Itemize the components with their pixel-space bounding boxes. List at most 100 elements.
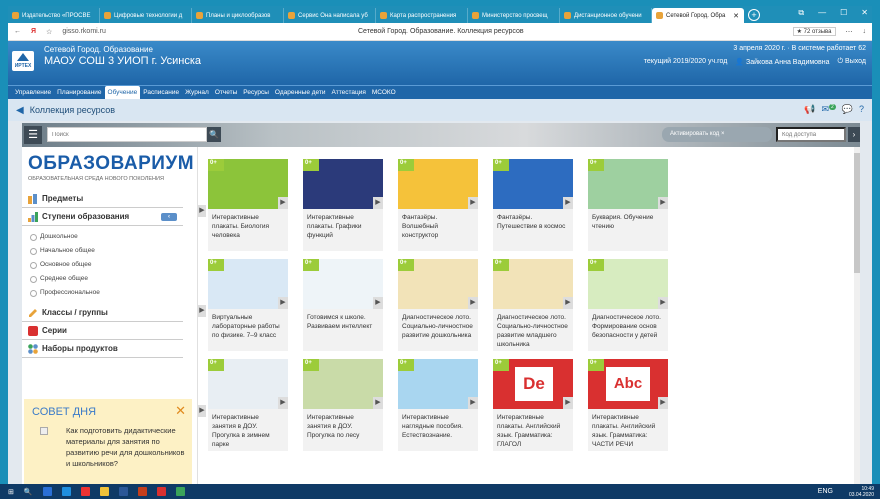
product-card[interactable]: 0+ ▶ Готовимся к школе. Развиваем интеллек… [303, 259, 383, 351]
card-thumbnail[interactable]: 0+ ▶ [588, 259, 668, 309]
bookmark-star-icon[interactable]: ☆ [46, 28, 52, 36]
product-card[interactable]: 0+ ▶ Интерактивные занятия в ДОУ. Прогулка… [303, 359, 383, 451]
card-title[interactable]: Интерактивные плакаты. Английский язык. … [588, 409, 668, 451]
card-thumbnail[interactable]: 0+ ▶ [398, 159, 478, 209]
help-icon[interactable]: ? [859, 104, 864, 115]
card-thumbnail[interactable]: 0+ ▶ [398, 359, 478, 409]
card-thumbnail[interactable]: 0+ Abc ▶ [588, 359, 668, 409]
card-thumbnail[interactable]: 0+ ▶ [398, 259, 478, 309]
tip-link[interactable]: Как подготовить дидактические материалы … [24, 425, 192, 469]
minimize-icon[interactable]: — [818, 8, 826, 18]
level-option[interactable]: Среднее общее [22, 272, 197, 286]
level-option[interactable]: Начальное общее [22, 244, 197, 258]
browser-tab[interactable]: Министерство просвещ [468, 8, 560, 23]
product-card[interactable]: 0+ ▶ Диагностическое лото. Формирование ос… [588, 259, 668, 351]
browser-tab[interactable]: Планы и циклообразов [192, 8, 284, 23]
powerpoint-icon[interactable] [137, 487, 147, 496]
card-title[interactable]: Готовимся к школе. Развиваем интеллект [303, 309, 383, 351]
card-title[interactable]: Диагностическое лото. Социально-личностн… [398, 309, 478, 351]
maximize-icon[interactable]: ☐ [840, 8, 847, 18]
catalog-menu-button[interactable]: ☰ [24, 126, 42, 144]
rating-badge[interactable]: ★ 72 отзыва [792, 27, 836, 36]
search-icon[interactable]: 🔍 [207, 127, 221, 142]
user-link[interactable]: 👤 Зайкова Анна Вадимовна [735, 58, 829, 66]
card-title[interactable]: Буквария. Обучение чтению [588, 209, 668, 251]
product-card[interactable]: 0+ ▶ Интерактивные наглядные пособия. Есте… [398, 359, 478, 451]
card-thumbnail[interactable]: 0+ ▶ [303, 359, 383, 409]
card-title[interactable]: Интерактивные занятия в ДОУ. Прогулка в … [208, 409, 288, 451]
scrollbar-thumb[interactable] [854, 153, 860, 273]
card-title[interactable]: Интерактивные плакаты. Биология человека [208, 209, 288, 251]
play-arrow-icon[interactable]: ▶ [198, 305, 206, 317]
menu-icon[interactable]: ⋯ [846, 28, 853, 36]
close-icon[interactable]: ✕ [175, 403, 186, 419]
card-thumbnail[interactable]: 0+ ▶ [588, 159, 668, 209]
submit-code-button[interactable]: › [848, 127, 860, 142]
card-title[interactable]: Диагностическое лото. Социально-личностн… [493, 309, 573, 351]
card-thumbnail[interactable]: 0+ ▶ [493, 259, 573, 309]
play-arrow-icon[interactable]: ▶ [658, 397, 668, 409]
browser-tab[interactable]: Цифровые технологии д [100, 8, 192, 23]
play-arrow-icon[interactable]: ▶ [278, 297, 288, 309]
product-card[interactable]: 0+ ▶ Виртуальные лабораторные работы по фи… [208, 259, 288, 351]
browser-tab[interactable]: Издательство «ПРОСВЕ [8, 8, 100, 23]
play-arrow-icon[interactable]: ▶ [198, 205, 206, 217]
play-arrow-icon[interactable]: ▶ [373, 297, 383, 309]
announce-icon[interactable]: 📢 [804, 104, 815, 115]
yandex-icon[interactable]: Я [31, 28, 36, 35]
section-series[interactable]: Серии [22, 322, 183, 340]
close-tab-icon[interactable]: ✕ [733, 12, 739, 20]
card-title[interactable]: Фантазёры. Путешествие в космос [493, 209, 573, 251]
collection-back-icon[interactable]: ◀ [16, 105, 24, 116]
play-arrow-icon[interactable]: ▶ [563, 297, 573, 309]
card-title[interactable]: Виртуальные лабораторные работы по физик… [208, 309, 288, 351]
product-card[interactable]: 0+ ▶ Фантазёры. Волшебный конструктор [398, 159, 478, 251]
product-card[interactable]: 0+ ▶ Буквария. Обучение чтению [588, 159, 668, 251]
pdf-icon[interactable] [156, 487, 166, 496]
menu-item[interactable]: Планирование [54, 86, 104, 99]
product-card[interactable]: 0+ De ▶ Интерактивные плакаты. Английский я… [493, 359, 573, 451]
browser-tab[interactable]: Сетевой Город. Обра ✕ [652, 8, 744, 23]
product-card[interactable]: 0+ ▶ Интерактивные плакаты. Биология челов… [208, 159, 288, 251]
play-arrow-icon[interactable]: ▶ [658, 197, 668, 209]
mail-icon[interactable]: ✉ 2 [821, 104, 836, 115]
play-arrow-icon[interactable]: ▶ [278, 197, 288, 209]
access-code-input[interactable] [776, 127, 846, 142]
clock[interactable]: 10:49 03.04.2020 [849, 486, 874, 498]
card-thumbnail[interactable]: 0+ ▶ [303, 259, 383, 309]
level-option[interactable]: Дошкольное [22, 230, 197, 244]
card-thumbnail[interactable]: 0+ ▶ [303, 159, 383, 209]
search-icon[interactable]: 🔍 [24, 488, 33, 496]
activate-code-button[interactable]: Активировать код × [662, 127, 772, 142]
card-thumbnail[interactable]: 0+ ▶ [208, 259, 288, 309]
play-arrow-icon[interactable]: ▶ [563, 197, 573, 209]
menu-item[interactable]: Одаренные дети [272, 86, 329, 99]
section-subjects[interactable]: Предметы [22, 190, 183, 208]
card-title[interactable]: Интерактивные занятия в ДОУ. Прогулка по… [303, 409, 383, 451]
menu-item[interactable]: Управление [12, 86, 54, 99]
app-icon[interactable] [175, 487, 185, 496]
card-title[interactable]: Фантазёры. Волшебный конструктор [398, 209, 478, 251]
card-title[interactable]: Интерактивные наглядные пособия. Естеств… [398, 409, 478, 451]
chat-icon[interactable]: 💬 [842, 104, 853, 115]
back-icon[interactable]: ← [14, 28, 21, 35]
product-card[interactable]: 0+ ▶ Фантазёры. Путешествие в космос [493, 159, 573, 251]
language-indicator[interactable]: ENG [818, 488, 833, 495]
section-levels[interactable]: Ступени образования ‹ [22, 208, 183, 226]
level-option[interactable]: Основное общее [22, 258, 197, 272]
task-view-icon[interactable] [42, 487, 52, 496]
menu-item[interactable]: Отчеты [212, 86, 240, 99]
play-arrow-icon[interactable]: ▶ [468, 297, 478, 309]
menu-item[interactable]: Аттестация [329, 86, 369, 99]
level-option[interactable]: Профессиональное [22, 286, 197, 300]
product-card[interactable]: 0+ Abc ▶ Интерактивные плакаты. Английский … [588, 359, 668, 451]
edge-browser-icon[interactable] [61, 487, 71, 496]
download-icon[interactable]: ↓ [863, 28, 867, 35]
section-product-sets[interactable]: Наборы продуктов [22, 340, 183, 358]
chevron-left-icon[interactable]: ‹ [161, 212, 177, 221]
menu-item[interactable]: Журнал [182, 86, 212, 99]
play-arrow-icon[interactable]: ▶ [373, 197, 383, 209]
product-card[interactable]: 0+ ▶ Интерактивные занятия в ДОУ. Прогулка… [208, 359, 288, 451]
catalog-search-input[interactable] [47, 127, 207, 142]
menu-item[interactable]: Обучение [104, 86, 141, 99]
